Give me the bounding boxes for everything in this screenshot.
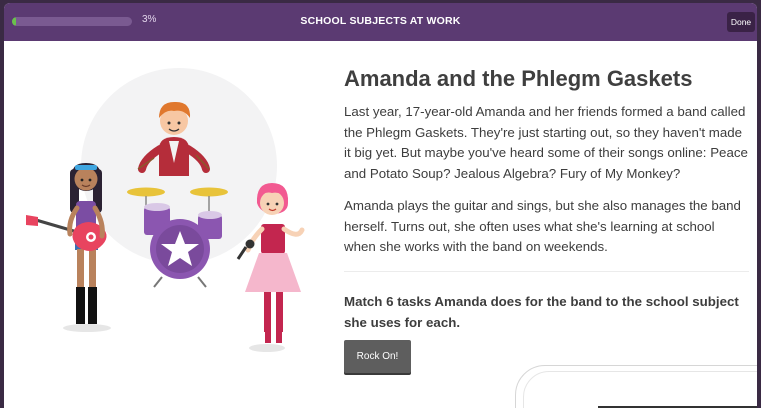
app-frame: 3% SCHOOL SUBJECTS AT WORK Done Amanda a… xyxy=(4,3,757,408)
page-title: Amanda and the Phlegm Gaskets xyxy=(344,66,693,91)
activity-title: SCHOOL SUBJECTS AT WORK xyxy=(300,15,461,27)
guitarist-amanda xyxy=(26,163,107,324)
description-paragraph: Amanda plays the guitar and sings, but s… xyxy=(344,198,741,254)
divider xyxy=(344,271,749,272)
rock-on-button[interactable]: Rock On! xyxy=(344,340,411,373)
task-prompt: Match 6 tasks Amanda does for the band t… xyxy=(344,294,739,330)
done-button[interactable]: Done xyxy=(727,12,755,32)
intro-paragraph: Last year, 17-year-old Amanda and her fr… xyxy=(344,104,748,181)
band-illustration xyxy=(26,68,305,352)
next-card-inner xyxy=(523,371,757,408)
top-bar: 3% SCHOOL SUBJECTS AT WORK Done xyxy=(4,3,757,41)
